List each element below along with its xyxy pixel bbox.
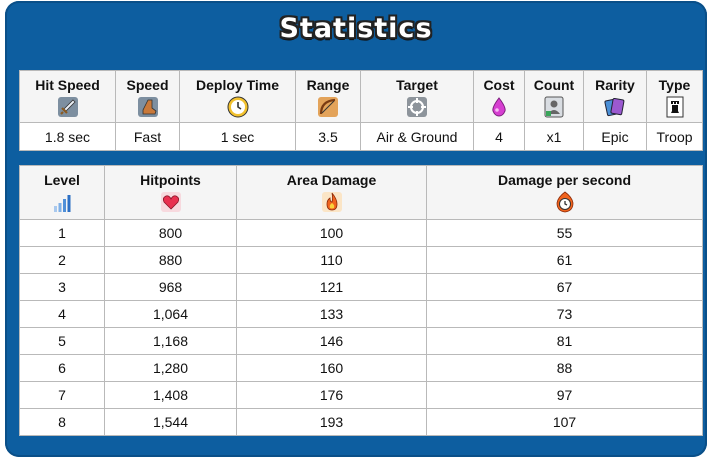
header-damage-per-second: Damage per second [426,165,703,220]
header-deploy-time: Deploy Time [179,70,296,123]
cell-area-damage: 160 [236,354,427,382]
cell-damage-per-second: 55 [426,219,703,247]
header-hit-speed: Hit Speed [19,70,116,123]
cell-level: 6 [19,354,105,382]
cards-icon [604,97,625,117]
cell-level: 3 [19,273,105,301]
header-target: Target [360,70,474,123]
stats-header-row: Hit Speed Speed Deploy Time Range Target… [19,70,703,123]
header-area-damage: Area Damage [236,165,427,220]
header-speed: Speed [115,70,180,123]
cell-damage-per-second: 107 [426,408,703,436]
boot-icon [137,97,158,117]
crosshair-icon [407,97,427,117]
cell-level: 5 [19,327,105,355]
cell-area-damage: 193 [236,408,427,436]
table-row: 2 880 110 61 [19,246,703,274]
clock-icon [227,96,248,118]
cell-hitpoints: 800 [104,219,237,247]
cell-hitpoints: 1,064 [104,300,237,328]
value-hit-speed: 1.8 sec [19,122,116,151]
table-row: 7 1,408 176 97 [19,381,703,409]
bow-icon [318,97,338,117]
table-row: 4 1,064 133 73 [19,300,703,328]
header-rarity: Rarity [583,70,647,123]
header-cost: Cost [473,70,525,123]
table-row: 3 968 121 67 [19,273,703,301]
stats-table: Hit Speed Speed Deploy Time Range Target… [19,70,703,151]
heart-icon [160,192,181,212]
value-cost: 4 [473,122,525,151]
cell-damage-per-second: 67 [426,273,703,301]
header-range: Range [295,70,361,123]
value-count: x1 [524,122,584,151]
cell-damage-per-second: 73 [426,300,703,328]
level-header-row: Level Hitpoints Area Damage Damage per s… [19,165,703,220]
cell-damage-per-second: 97 [426,381,703,409]
table-row: 6 1,280 160 88 [19,354,703,382]
cell-hitpoints: 1,408 [104,381,237,409]
cell-damage-per-second: 61 [426,246,703,274]
level-bars-icon [54,195,71,212]
fire-icon [321,192,342,212]
header-hitpoints: Hitpoints [104,165,237,220]
cell-level: 1 [19,219,105,247]
value-range: 3.5 [295,122,361,151]
sword-icon [57,97,78,117]
table-row: 1 800 100 55 [19,219,703,247]
header-count: Count [524,70,584,123]
card-count-icon [544,96,564,118]
table-row: 8 1,544 193 107 [19,408,703,436]
header-type: Type [646,70,703,123]
value-rarity: Epic [583,122,647,151]
cell-level: 8 [19,408,105,436]
table-row: 5 1,168 146 81 [19,327,703,355]
cell-level: 7 [19,381,105,409]
cell-damage-per-second: 88 [426,354,703,382]
cell-area-damage: 100 [236,219,427,247]
rook-icon [666,96,683,118]
cell-area-damage: 176 [236,381,427,409]
cell-area-damage: 146 [236,327,427,355]
cell-hitpoints: 1,544 [104,408,237,436]
value-speed: Fast [115,122,180,151]
level-rows: 1 800 100 55 2 880 110 61 3 968 121 67 4 1,064 133 73 5 1… [19,219,703,436]
burning-clock-icon [556,191,573,213]
header-level: Level [19,165,105,220]
cell-level: 4 [19,300,105,328]
cell-damage-per-second: 81 [426,327,703,355]
statistics-panel: Statistics Hit Speed Speed Deploy Time R… [5,1,707,457]
cell-hitpoints: 1,280 [104,354,237,382]
cell-hitpoints: 880 [104,246,237,274]
value-deploy-time: 1 sec [179,122,296,151]
panel-title: Statistics [279,13,433,44]
elixir-drop-icon [492,97,506,117]
value-type: Troop [646,122,703,151]
cell-area-damage: 121 [236,273,427,301]
cell-area-damage: 133 [236,300,427,328]
cell-hitpoints: 1,168 [104,327,237,355]
cell-hitpoints: 968 [104,273,237,301]
cell-level: 2 [19,246,105,274]
value-target: Air & Ground [360,122,474,151]
stats-value-row: 1.8 sec Fast 1 sec 3.5 Air & Ground 4 x1… [19,122,703,151]
cell-area-damage: 110 [236,246,427,274]
level-stats-table: Level Hitpoints Area Damage Damage per s… [19,165,703,436]
